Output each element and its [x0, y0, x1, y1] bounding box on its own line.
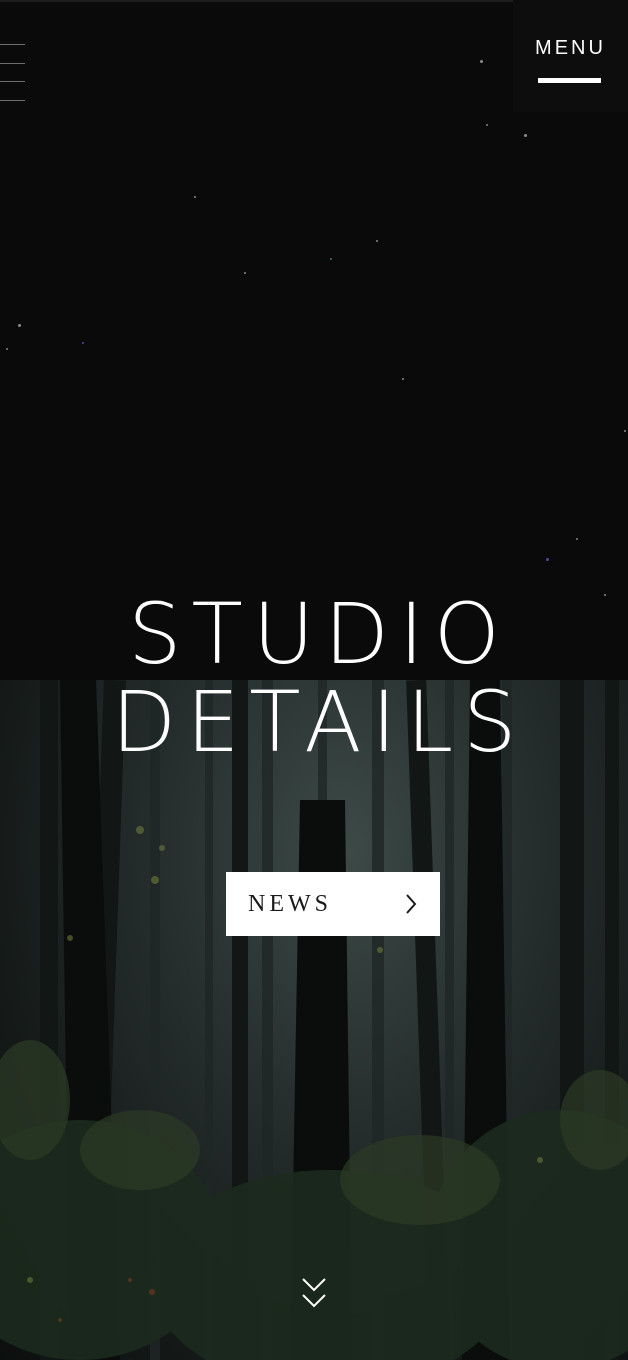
studio-details-logo: STUDIO DETAILS	[0, 590, 628, 766]
logo-line-studio: STUDIO	[128, 585, 510, 683]
star-particle	[546, 558, 549, 561]
logo-line-details: DETAILS	[111, 673, 527, 771]
star-particle	[18, 324, 21, 327]
menu-underline	[538, 78, 601, 83]
forest-background-image	[0, 680, 628, 1360]
side-decoration-lines	[0, 44, 25, 118]
star-particle	[576, 538, 578, 540]
news-button[interactable]: NEWS	[226, 872, 440, 936]
star-particle	[486, 124, 488, 126]
star-particle	[376, 240, 378, 242]
star-particle	[194, 196, 196, 198]
star-particle	[82, 342, 84, 344]
double-chevron-down-icon[interactable]	[300, 1276, 328, 1310]
star-particle	[624, 430, 626, 432]
menu-button[interactable]: MENU	[513, 0, 628, 112]
chevron-right-icon	[406, 894, 417, 914]
menu-label: MENU	[535, 37, 606, 59]
star-particle	[6, 348, 8, 350]
star-particle	[330, 258, 332, 260]
star-particle	[402, 378, 404, 380]
star-particle	[480, 60, 483, 63]
star-particle	[524, 134, 527, 137]
star-particle	[244, 272, 246, 274]
news-label: NEWS	[248, 891, 332, 917]
